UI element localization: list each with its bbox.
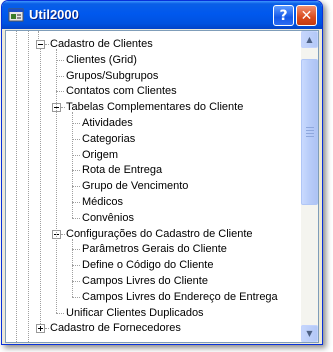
collapse-icon[interactable] [36,40,45,49]
tree-line [56,60,64,61]
tree-item-label: Cadastro de Fornecedores [50,322,181,334]
tree-item-label: Categorias [82,133,136,145]
close-icon: ✕ [300,7,313,24]
tree-line [72,297,80,298]
grip-line [306,127,314,128]
tree-item[interactable]: Unificar Clientes Duplicados [6,305,300,321]
tree-node-group[interactable]: Tabelas Complementares do Cliente [6,99,300,115]
scroll-down-button[interactable]: ▼ [301,325,318,342]
tree-item-label: Convênios [82,212,134,224]
tree-item[interactable]: Clientes (Grid) [6,52,300,68]
tree-line [56,91,64,92]
tree-item-label: Define o Código do Cliente [82,259,214,271]
tree-item-label: Atividades [82,117,133,129]
tree-line [72,239,73,297]
tree-item[interactable]: Campos Livres do Endereço de Entrega [6,289,300,305]
app-icon [8,8,24,22]
tree-item[interactable]: Grupo de Vencimento [6,178,300,194]
tree-item-label: Campos Livres do Endereço de Entrega [82,291,278,303]
tree-item-label: Grupo de Vencimento [82,180,189,192]
tree-item[interactable]: Grupos/Subgrupos [6,68,300,84]
tree-item-label: Parâmetros Gerais do Cliente [82,243,227,255]
vertical-scrollbar[interactable]: ▲ ▼ [301,31,318,342]
grip-line [306,136,314,137]
tree-line [72,265,80,266]
tree-item-label: Origem [82,149,119,161]
tree-item-label: Unificar Clientes Duplicados [66,307,204,319]
tree-node-group[interactable]: Configurações do Cadastro de Cliente [6,226,300,242]
tree-item[interactable]: Categorias [6,131,300,147]
tree-item[interactable]: Campos Livres do Cliente [6,273,300,289]
tree-line [72,123,80,124]
tree-item[interactable]: Origem [6,147,300,163]
tree-line [61,234,65,235]
tree-item[interactable]: Parâmetros Gerais do Cliente [6,241,300,257]
tree-view[interactable]: Cadastro de Clientes Clientes (Grid) Grupo… [6,31,300,342]
tree-item[interactable]: Contatos com Clientes [6,83,300,99]
tree-item-label: Campos Livres do Cliente [82,275,208,287]
close-button[interactable]: ✕ [296,5,317,26]
tree-item[interactable]: Rota de Entrega [6,162,300,178]
tree-line [40,49,41,324]
scroll-up-icon: ▲ [306,35,313,44]
tree-item[interactable]: Atividades [6,115,300,131]
tree-item-label: Configurações do Cadastro de Cliente [66,228,253,240]
tree-line [72,202,80,203]
tree-line [72,170,80,171]
tree-line [72,218,80,219]
tree-line [45,328,49,329]
scroll-thumb[interactable] [301,59,318,205]
scroll-up-button[interactable]: ▲ [301,31,318,48]
tree-item-label: Médicos [82,196,123,208]
tree-node-root[interactable]: Cadastro de Fornecedores [6,320,300,336]
tree-item-label: Rota de Entrega [82,164,163,176]
tree-line [45,44,49,45]
tree-line [61,107,65,108]
tree-item[interactable]: Médicos [6,194,300,210]
tree-item-label: Tabelas Complementares do Cliente [66,101,244,113]
tree-item[interactable]: Convênios [6,210,300,226]
tree-item-label: Clientes (Grid) [66,54,137,66]
tree-line [56,76,64,77]
title-bar[interactable]: Util2000 ? ✕ [2,1,322,29]
help-button[interactable]: ? [273,5,294,26]
tree-line [56,313,64,314]
grip-line [306,130,314,131]
window-title: Util2000 [29,7,79,22]
tree-item[interactable]: Define o Código do Cliente [6,257,300,273]
tree-line [72,139,80,140]
tree-line [72,112,73,218]
tree-item-label: Cadastro de Clientes [50,38,153,50]
tree-node-root[interactable]: Cadastro de Clientes [6,36,300,52]
grip-line [306,133,314,134]
util2000-window: Util2000 ? ✕ Cadastro de Clientes Cliente… [1,0,323,345]
tree-line [72,155,80,156]
tree-line [72,186,80,187]
tree-view-panel: Cadastro de Clientes Clientes (Grid) Grupo… [5,30,319,343]
tree-item-label: Contatos com Clientes [66,85,177,97]
tree-line [56,49,57,313]
expand-icon[interactable] [36,324,45,333]
help-icon: ? [279,7,288,24]
tree-line [72,249,80,250]
tree-item-label: Grupos/Subgrupos [66,70,159,82]
tree-line [72,281,80,282]
scroll-down-icon: ▼ [306,329,313,338]
